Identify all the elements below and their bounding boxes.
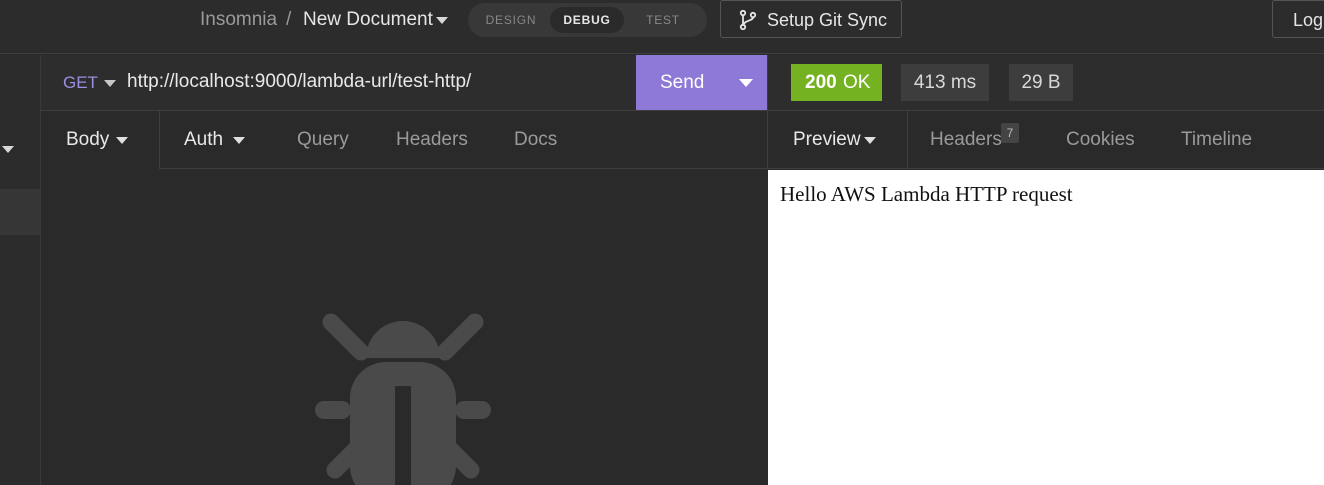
tab-response-headers[interactable]: Headers: [930, 129, 1002, 151]
status-text: OK: [843, 72, 871, 93]
login-label: Log: [1293, 10, 1324, 30]
document-dropdown-chevron-icon[interactable]: [436, 17, 448, 24]
setup-git-sync-label: Setup Git Sync: [767, 10, 888, 30]
auth-chevron-down-icon[interactable]: [233, 137, 245, 144]
method-chevron-down-icon[interactable]: [104, 80, 116, 87]
sidebar-selected-item[interactable]: [0, 189, 40, 235]
login-button[interactable]: Log: [1272, 0, 1324, 38]
headers-count-badge: 7: [1001, 123, 1019, 143]
git-branch-icon: [739, 10, 757, 30]
send-options-chevron-down-icon[interactable]: [739, 79, 753, 87]
tab-timeline[interactable]: Timeline: [1181, 129, 1252, 151]
breadcrumb-separator: /: [286, 9, 292, 30]
breadcrumb-document[interactable]: New Document: [303, 9, 433, 31]
url-input[interactable]: http://localhost:9000/lambda-url/test-ht…: [127, 71, 471, 93]
response-preview: Hello AWS Lambda HTTP request: [768, 170, 1324, 485]
tab-cookies[interactable]: Cookies: [1066, 129, 1135, 151]
mode-test-tab[interactable]: TEST: [628, 7, 698, 33]
send-button[interactable]: Send: [636, 55, 767, 110]
status-badge: 200 OK: [791, 64, 882, 101]
bug-icon: [315, 313, 491, 485]
request-body-panel: [41, 170, 767, 485]
tab-docs[interactable]: Docs: [514, 129, 557, 151]
send-label: Send: [660, 72, 705, 93]
tab-body[interactable]: Body: [41, 111, 160, 169]
tab-query[interactable]: Query: [297, 129, 349, 151]
mode-debug-tab[interactable]: DEBUG: [550, 7, 624, 33]
breadcrumb-app[interactable]: Insomnia: [200, 9, 277, 31]
tab-headers[interactable]: Headers: [396, 129, 468, 151]
status-code: 200: [805, 72, 837, 93]
tab-preview-label: Preview: [793, 129, 861, 150]
response-size-badge: 29 B: [1009, 64, 1073, 101]
sidebar-chevron-down-icon[interactable]: [2, 146, 14, 153]
response-body-text: Hello AWS Lambda HTTP request: [780, 182, 1073, 206]
tab-body-label: Body: [66, 129, 110, 150]
mode-switcher: DESIGN DEBUG TEST: [468, 3, 707, 37]
setup-git-sync-button[interactable]: Setup Git Sync: [720, 0, 902, 38]
preview-chevron-down-icon: [864, 137, 876, 144]
mode-design-tab[interactable]: DESIGN: [476, 7, 546, 33]
body-chevron-down-icon: [116, 137, 128, 144]
tab-auth[interactable]: Auth: [184, 129, 223, 151]
response-time-badge: 413 ms: [901, 64, 989, 101]
tab-preview[interactable]: Preview: [768, 111, 908, 169]
request-tabs: Body Auth Query Headers Docs: [41, 111, 767, 169]
sidebar: [0, 55, 41, 485]
response-tabs: Preview Headers 7 Cookies Timeline: [767, 111, 1324, 169]
method-select[interactable]: GET: [63, 73, 98, 93]
response-status-bar: 200 OK 413 ms 29 B: [767, 55, 1324, 111]
